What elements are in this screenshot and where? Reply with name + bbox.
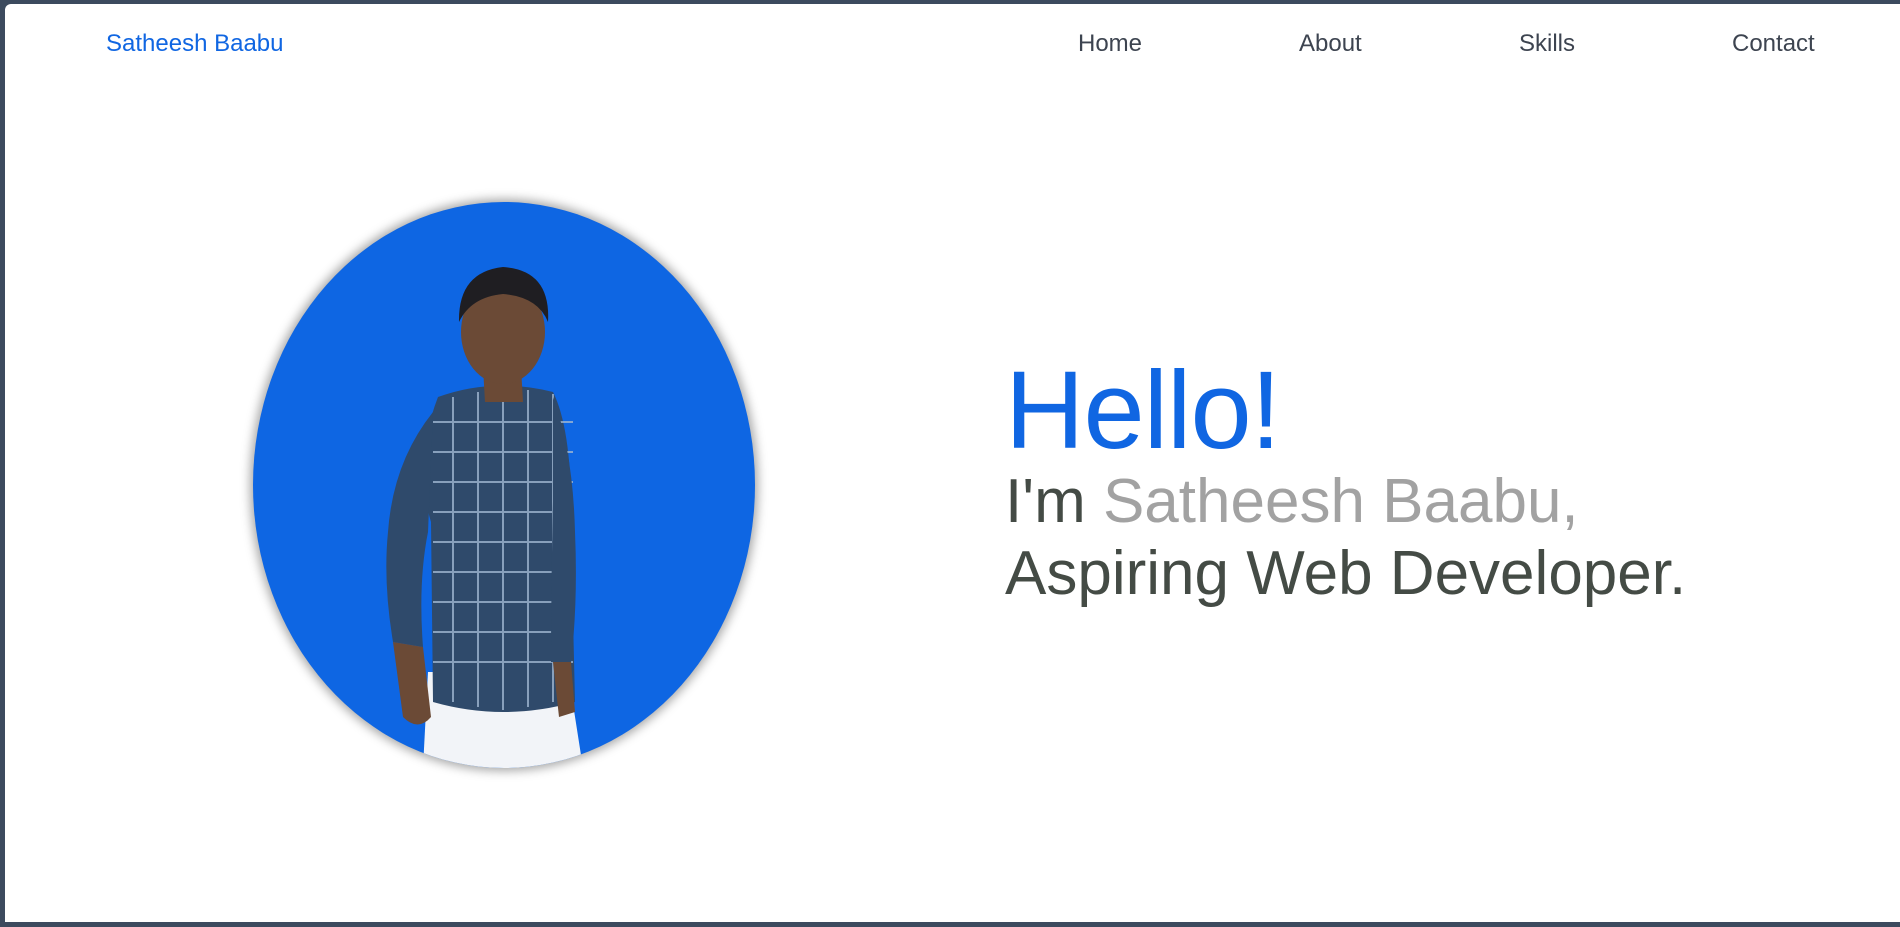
profile-illustration [386, 267, 583, 768]
navbar: Satheesh Baabu Home About Skills Contact [5, 4, 1900, 88]
nav-contact-link[interactable]: Contact [1732, 30, 1815, 58]
hero-intro: I'm Satheesh Baabu, [1005, 466, 1686, 538]
hero-text: Hello! I'm Satheesh Baabu, Aspiring Web … [1005, 356, 1686, 610]
brand-link[interactable]: Satheesh Baabu [106, 30, 283, 58]
nav-about-link[interactable]: About [1299, 30, 1362, 58]
hero-name: Satheesh Baabu, [1102, 467, 1579, 536]
nav-skills-link[interactable]: Skills [1519, 30, 1575, 58]
profile-photo [253, 202, 755, 768]
intro-prefix: I'm [1005, 467, 1103, 536]
page: Satheesh Baabu Home About Skills Contact [5, 4, 1900, 922]
hero-greeting: Hello! [1005, 349, 1281, 472]
nav-home-link[interactable]: Home [1078, 30, 1142, 58]
hero-role: Aspiring Web Developer. [1005, 539, 1687, 608]
